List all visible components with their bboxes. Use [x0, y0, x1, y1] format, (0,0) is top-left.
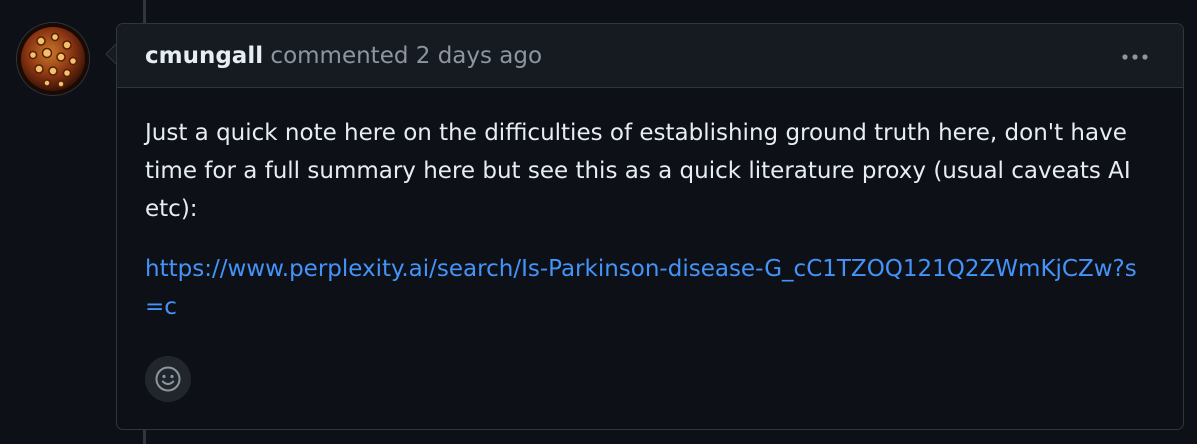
comment-body: Just a quick note here on the difficulti… [145, 114, 1150, 326]
timeline: cmungall commented 2 days ago Just a qui… [0, 0, 1197, 444]
comment-timestamp[interactable]: 2 days ago [416, 43, 542, 69]
author-link[interactable]: cmungall [145, 43, 263, 69]
comment-paragraph: Just a quick note here on the difficulti… [145, 120, 1131, 222]
comment-link-paragraph: https://www.perplexity.ai/search/Is-Park… [145, 250, 1150, 326]
add-reaction-button[interactable] [145, 356, 191, 402]
comment-header: cmungall commented 2 days ago [117, 24, 1183, 88]
kebab-horizontal-icon [1122, 54, 1148, 60]
avatar-image [17, 23, 89, 95]
comment-action: commented [270, 43, 409, 69]
smiley-icon [155, 366, 181, 392]
comment-options-button[interactable] [1120, 46, 1150, 68]
comment-header-text: cmungall commented 2 days ago [145, 42, 542, 70]
comment-box: cmungall commented 2 days ago Just a qui… [116, 23, 1184, 430]
perplexity-link[interactable]: https://www.perplexity.ai/search/Is-Park… [145, 256, 1137, 320]
avatar[interactable] [17, 23, 89, 95]
